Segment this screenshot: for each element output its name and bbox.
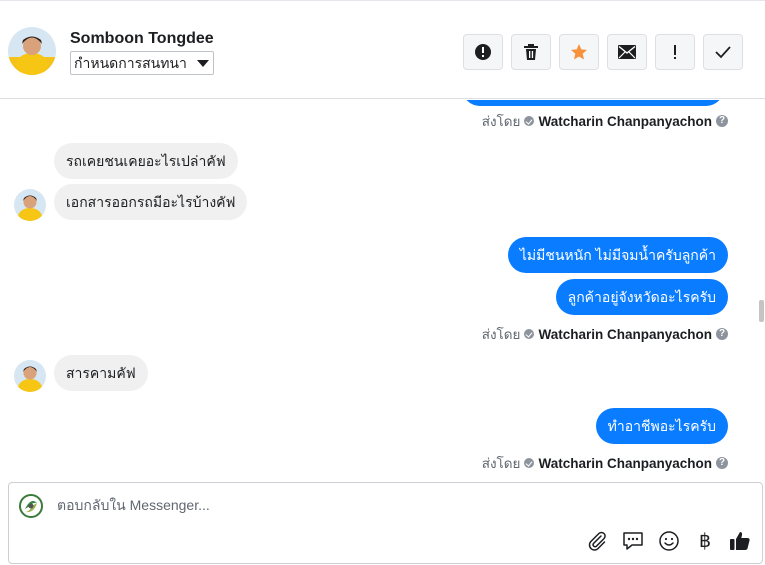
caret-down-icon [196, 60, 209, 67]
conversation-settings-dropdown[interactable]: กำหนดการสนทนา [70, 51, 214, 75]
sent-by-prefix: ส่งโดย [481, 114, 521, 129]
reply-input[interactable] [57, 497, 657, 513]
attach-file-button[interactable] [585, 529, 609, 553]
sender-name: Watcharin Chanpanyachon [538, 113, 712, 129]
contact-avatar[interactable] [8, 27, 56, 75]
trash-icon [524, 44, 538, 60]
sender-name: Watcharin Chanpanyachon [538, 455, 712, 471]
alert-circle-icon [475, 44, 491, 60]
mark-unread-button[interactable] [607, 34, 647, 70]
delete-button[interactable] [511, 34, 551, 70]
star-icon [571, 44, 587, 60]
sender-name: Watcharin Chanpanyachon [538, 326, 712, 342]
message-bubble-incoming[interactable]: สารคามคัฟ [54, 355, 148, 391]
verified-icon [524, 329, 535, 339]
sent-by-line: ส่งโดย Watcharin Chanpanyachon ? [482, 323, 728, 345]
check-icon [715, 46, 731, 59]
sent-by-prefix: ส่งโดย [481, 327, 521, 342]
message-bubble-outgoing[interactable]: ลูกค้าอยู่จังหวัดอะไรครับ [555, 279, 728, 315]
star-button[interactable] [559, 34, 599, 70]
reply-composer: ฿ [8, 482, 763, 564]
report-spam-button[interactable] [463, 34, 503, 70]
baht-icon: ฿ [698, 530, 712, 552]
message-bubble-outgoing-partial [462, 100, 724, 106]
contact-avatar-small [14, 189, 46, 221]
follow-up-button[interactable] [655, 34, 695, 70]
envelope-icon [618, 45, 636, 59]
contact-name[interactable]: Somboon Tongdee [70, 30, 214, 48]
message-bubble-outgoing[interactable]: ทำอาชีพอะไรครับ [595, 408, 728, 444]
help-icon[interactable]: ? [716, 115, 728, 127]
contact-avatar-small [14, 360, 46, 392]
verified-icon [524, 458, 535, 468]
message-bubble-outgoing[interactable]: ไม่มีชนหนัก ไม่มีจมน้ำครับลูกค้า [507, 237, 728, 273]
like-button[interactable] [728, 529, 752, 553]
verified-icon [524, 116, 535, 126]
mark-done-button[interactable] [703, 34, 743, 70]
emoji-button[interactable] [657, 529, 681, 553]
conversation-settings-label: กำหนดการสนทนา [74, 55, 187, 71]
help-icon[interactable]: ? [716, 328, 728, 340]
chat-bubble-icon [623, 532, 643, 550]
message-bubble-incoming[interactable]: รถเคยชนเคยอะไรเปล่าคัฟ [54, 143, 238, 179]
page-avatar [18, 493, 44, 519]
message-thread[interactable]: ส่งโดย Watcharin Chanpanyachon ? รถเคยชน… [0, 100, 765, 472]
help-icon[interactable]: ? [716, 457, 728, 469]
chat-scrollbar-thumb[interactable] [759, 300, 764, 322]
paperclip-icon [588, 531, 606, 551]
sent-by-prefix: ส่งโดย [481, 456, 521, 471]
payment-button[interactable]: ฿ [693, 529, 717, 553]
chat-scrollbar[interactable] [759, 100, 765, 472]
exclamation-icon [674, 45, 676, 59]
smiley-icon [659, 531, 679, 551]
sent-by-line: ส่งโดย Watcharin Chanpanyachon ? [482, 452, 728, 472]
saved-replies-button[interactable] [621, 529, 645, 553]
conversation-header: Somboon Tongdee กำหนดการสนทนา [0, 0, 765, 99]
sent-by-line: ส่งโดย Watcharin Chanpanyachon ? [482, 110, 728, 132]
message-bubble-incoming[interactable]: เอกสารออกรถมีอะไรบ้างคัฟ [54, 184, 248, 220]
thumbs-up-icon [730, 532, 750, 550]
